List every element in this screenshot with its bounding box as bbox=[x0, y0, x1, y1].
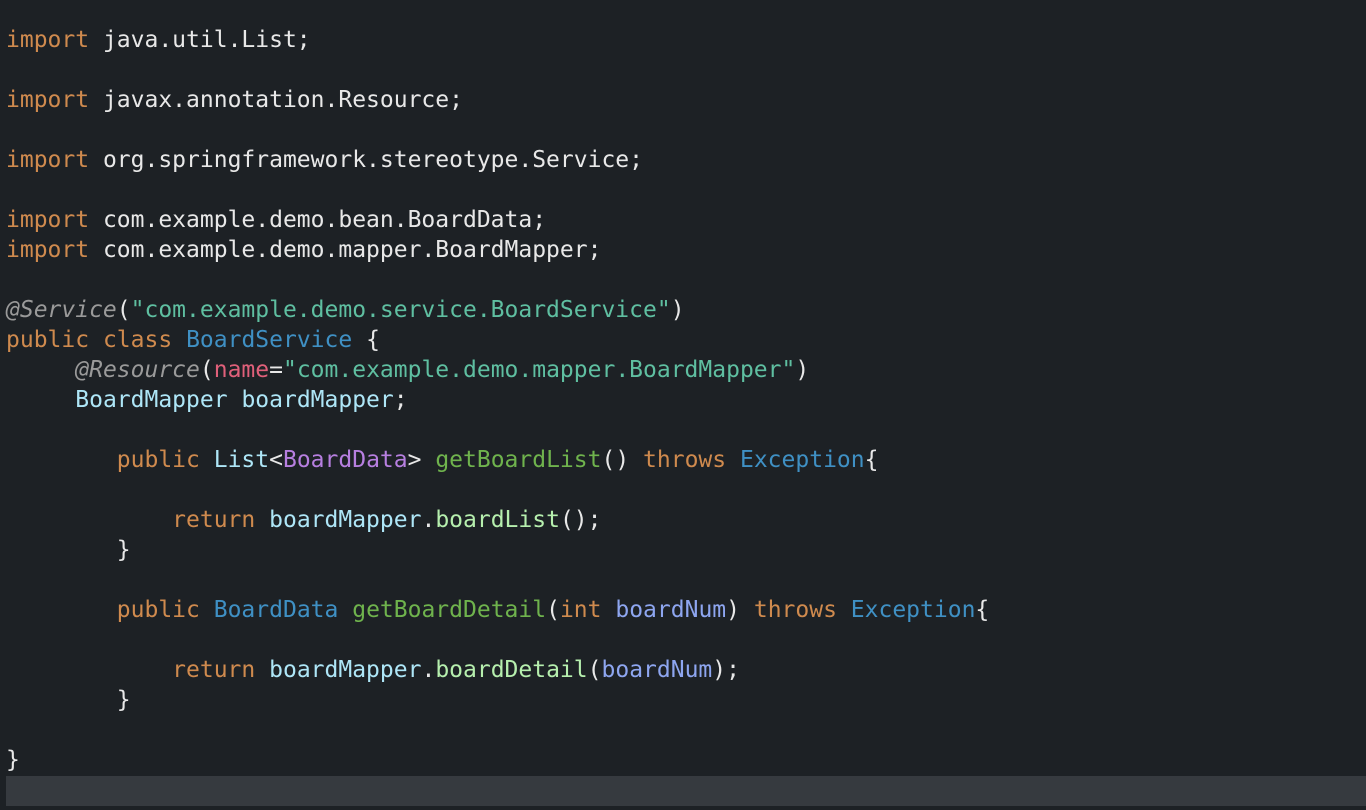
code-token: import bbox=[6, 207, 90, 233]
code-token: Exception bbox=[739, 447, 865, 473]
code-token: boardMapper bbox=[241, 387, 394, 413]
code-token: org.springframework.stereotype.Service; bbox=[89, 147, 643, 173]
code-line[interactable]: import com.example.demo.bean.BoardData; bbox=[6, 205, 546, 235]
code-token: } bbox=[6, 537, 131, 563]
code-line[interactable]: public List<BoardData> getBoardList() th… bbox=[6, 445, 879, 475]
code-token: return bbox=[172, 507, 256, 533]
code-token: } bbox=[6, 747, 20, 773]
code-token: { bbox=[864, 447, 879, 473]
code-line[interactable]: public BoardData getBoardDetail(int boar… bbox=[6, 595, 990, 625]
code-line[interactable]: @Resource(name="com.example.demo.mapper.… bbox=[6, 355, 809, 385]
code-token: name bbox=[213, 357, 270, 383]
code-token: ( bbox=[199, 357, 214, 383]
code-token: BoardData bbox=[213, 597, 339, 623]
code-token: throws bbox=[753, 597, 837, 623]
code-token: ( bbox=[587, 657, 602, 683]
code-token: boardNum bbox=[615, 597, 727, 623]
code-token: getBoardDetail bbox=[352, 597, 547, 623]
code-token: boardDetail bbox=[435, 657, 588, 683]
code-token: public bbox=[116, 447, 200, 473]
code-token: ) bbox=[726, 597, 754, 623]
code-token: . bbox=[421, 657, 436, 683]
code-token: ( bbox=[546, 597, 560, 623]
code-token: "com.example.demo.service.BoardService" bbox=[130, 297, 671, 323]
code-token: List bbox=[213, 447, 270, 473]
code-line[interactable]: } bbox=[6, 745, 20, 775]
code-token: boardMapper bbox=[269, 657, 422, 683]
code-token: (); bbox=[559, 507, 602, 533]
code-token: "com.example.demo.mapper.BoardMapper" bbox=[282, 357, 796, 383]
code-token: } bbox=[6, 687, 131, 713]
code-line[interactable]: } bbox=[6, 535, 131, 565]
code-token: { bbox=[352, 327, 380, 353]
code-line[interactable]: import javax.annotation.Resource; bbox=[6, 85, 463, 115]
code-line[interactable]: BoardMapper boardMapper; bbox=[6, 385, 408, 415]
code-token: @Resource bbox=[75, 357, 200, 383]
code-token: = bbox=[269, 357, 283, 383]
code-token: ; bbox=[393, 387, 408, 413]
code-token: getBoardList bbox=[435, 447, 602, 473]
code-token: javax.annotation.Resource; bbox=[89, 87, 463, 113]
code-token: class bbox=[102, 327, 173, 353]
code-line[interactable]: } bbox=[6, 685, 131, 715]
code-line[interactable]: import org.springframework.stereotype.Se… bbox=[6, 145, 643, 175]
code-line[interactable]: public class BoardService { bbox=[6, 325, 380, 355]
code-token: com.example.demo.mapper.BoardMapper; bbox=[89, 237, 602, 263]
code-line[interactable]: return boardMapper.boardDetail(boardNum)… bbox=[6, 655, 740, 685]
code-token: public bbox=[6, 327, 90, 353]
code-token: import bbox=[6, 147, 90, 173]
code-token: com.example.demo.bean.BoardData; bbox=[89, 207, 547, 233]
code-token: > bbox=[407, 447, 436, 473]
code-token: import bbox=[6, 87, 90, 113]
code-token: @Service bbox=[6, 297, 117, 323]
code-line[interactable]: import com.example.demo.mapper.BoardMapp… bbox=[6, 235, 601, 265]
code-token: BoardData bbox=[282, 447, 408, 473]
code-token: { bbox=[975, 597, 990, 623]
code-token: BoardService bbox=[186, 327, 353, 353]
code-token: java.util.List; bbox=[89, 27, 311, 53]
code-token: public bbox=[116, 597, 200, 623]
code-token: int bbox=[559, 597, 602, 623]
code-token: . bbox=[421, 507, 436, 533]
code-token: throws bbox=[643, 447, 727, 473]
code-token: < bbox=[269, 447, 283, 473]
code-token: Exception bbox=[850, 597, 976, 623]
code-token: boardMapper bbox=[269, 507, 422, 533]
current-line-highlight[interactable] bbox=[6, 776, 1366, 806]
code-token: return bbox=[172, 657, 256, 683]
code-token: ) bbox=[670, 297, 685, 323]
code-token: import bbox=[6, 237, 90, 263]
code-token: import bbox=[6, 27, 90, 53]
code-editor[interactable]: import java.util.List; import javax.annot… bbox=[0, 0, 1366, 810]
code-token: ); bbox=[712, 657, 740, 683]
code-line[interactable]: import java.util.List; bbox=[6, 25, 311, 55]
code-token: () bbox=[601, 447, 644, 473]
code-line[interactable]: return boardMapper.boardList(); bbox=[6, 505, 601, 535]
code-token: boardList bbox=[435, 507, 560, 533]
code-token: BoardMapper bbox=[75, 387, 228, 413]
code-token: boardNum bbox=[601, 657, 713, 683]
code-line[interactable]: @Service("com.example.demo.service.Board… bbox=[6, 295, 685, 325]
code-token: ( bbox=[116, 297, 131, 323]
code-token: ) bbox=[795, 357, 810, 383]
